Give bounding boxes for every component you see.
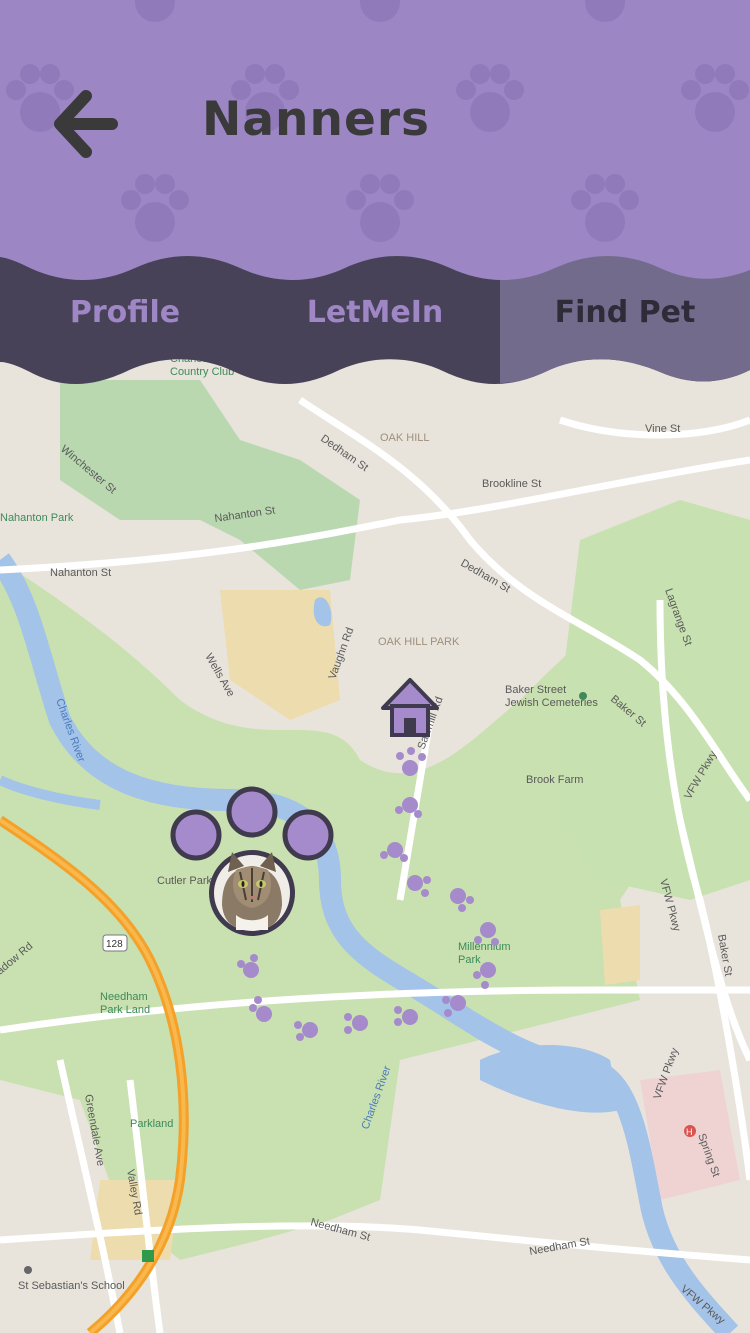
map-label-nahanton-st-2: Nahanton St xyxy=(50,567,111,579)
page-title: Nanners xyxy=(202,92,431,147)
map-label-needham-park-land: Needham Park Land xyxy=(100,991,150,1016)
map-label-vine-st: Vine St xyxy=(645,423,680,435)
map-label-nahanton-park: Nahanton Park xyxy=(0,512,74,524)
hospital-label: H xyxy=(686,1127,693,1137)
arrow-left-icon xyxy=(54,90,118,158)
map-label-parkland: Parkland xyxy=(130,1118,173,1130)
cemetery-icon xyxy=(579,692,587,700)
hospital-icon: H xyxy=(684,1125,696,1137)
map-label-oak-hill: OAK HILL xyxy=(380,432,430,444)
map-label-brook-farm: Brook Farm xyxy=(526,774,583,786)
back-button[interactable] xyxy=(50,90,130,162)
tab-letmein[interactable]: LetMeIn xyxy=(250,270,500,354)
train-station-icon xyxy=(142,1250,154,1262)
map-label-cutler-park: Cutler Park xyxy=(157,875,213,887)
map-label-brookline-st: Brookline St xyxy=(482,478,541,490)
tab-find-pet[interactable]: Find Pet xyxy=(500,270,750,354)
route-128-shield-icon: 128 xyxy=(102,934,128,952)
school-icon xyxy=(24,1266,32,1274)
route-128-label: 128 xyxy=(106,939,123,950)
map-label-st-sebastians: St Sebastian's School xyxy=(18,1280,125,1292)
tab-profile[interactable]: Profile xyxy=(0,270,250,354)
map-label-oak-hill-park: OAK HILL PARK xyxy=(378,636,460,648)
app-root: CharlesCountry Club OAK HILL Vine St Bro… xyxy=(0,0,750,1333)
